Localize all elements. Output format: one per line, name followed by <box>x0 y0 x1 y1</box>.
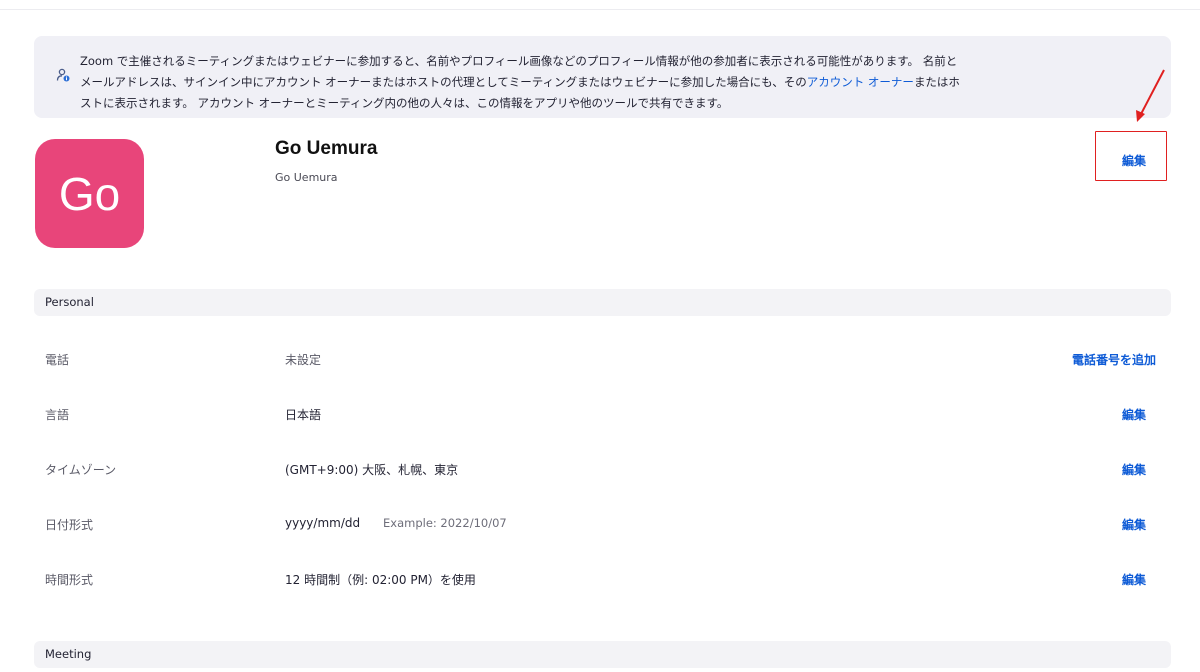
row-label: 時間形式 <box>45 573 94 587</box>
edit-time-format-button[interactable]: 編集 <box>1122 571 1146 588</box>
section-header-meeting: Meeting <box>34 641 1171 668</box>
profile-display-name: Go Uemura <box>275 171 338 184</box>
profile-name: Go Uemura <box>275 138 378 159</box>
avatar-initials: Go <box>58 167 121 220</box>
notice-line-1: Zoom で主催されるミーティングまたはウェビナーに参加すると、名前やプロフィー… <box>80 54 958 68</box>
row-label: タイムゾーン <box>45 463 117 477</box>
edit-language-button[interactable]: 編集 <box>1122 406 1146 423</box>
row-value: (GMT+9:00) 大阪、札幌、東京 <box>285 463 459 477</box>
annotation-arrow-icon <box>1136 69 1165 122</box>
row-value: 日本語 <box>285 408 322 422</box>
notice-line-2-end: またはホ <box>913 75 960 89</box>
notice-line-2-start: メールアドレスは、サインイン中にアカウント オーナーまたはホストの代理としてミー… <box>80 75 807 89</box>
row-label: 言語 <box>45 408 70 422</box>
row-value: yyyy/mm/dd <box>285 516 361 530</box>
edit-date-format-button[interactable]: 編集 <box>1122 516 1146 533</box>
row-value: 12 時間制（例: 02:00 PM）を使用 <box>285 573 476 587</box>
row-label: 日付形式 <box>45 518 94 532</box>
avatar[interactable]: Go <box>35 139 144 248</box>
notice-line-2: メールアドレスは、サインイン中にアカウント オーナーまたはホストの代理としてミー… <box>80 72 1000 93</box>
top-divider <box>0 9 1200 10</box>
row-example: Example: 2022/10/07 <box>383 516 507 530</box>
edit-profile-button[interactable]: 編集 <box>1122 152 1146 169</box>
privacy-notice-banner: Zoom で主催されるミーティングまたはウェビナーに参加すると、名前やプロフィー… <box>34 36 1171 118</box>
notice-text: Zoom で主催されるミーティングまたはウェビナーに参加すると、名前やプロフィー… <box>80 51 1000 114</box>
notice-line-3: ストに表示されます。 アカウント オーナーとミーティング内の他の人々は、この情報… <box>80 96 729 110</box>
section-header-personal: Personal <box>34 289 1171 316</box>
row-label: 電話 <box>45 353 70 367</box>
edit-timezone-button[interactable]: 編集 <box>1122 461 1146 478</box>
add-phone-button[interactable]: 電話番号を追加 <box>1072 351 1156 368</box>
account-owner-link[interactable]: アカウント オーナー <box>807 75 914 89</box>
row-value: 未設定 <box>285 353 322 367</box>
user-info-icon <box>56 68 70 82</box>
